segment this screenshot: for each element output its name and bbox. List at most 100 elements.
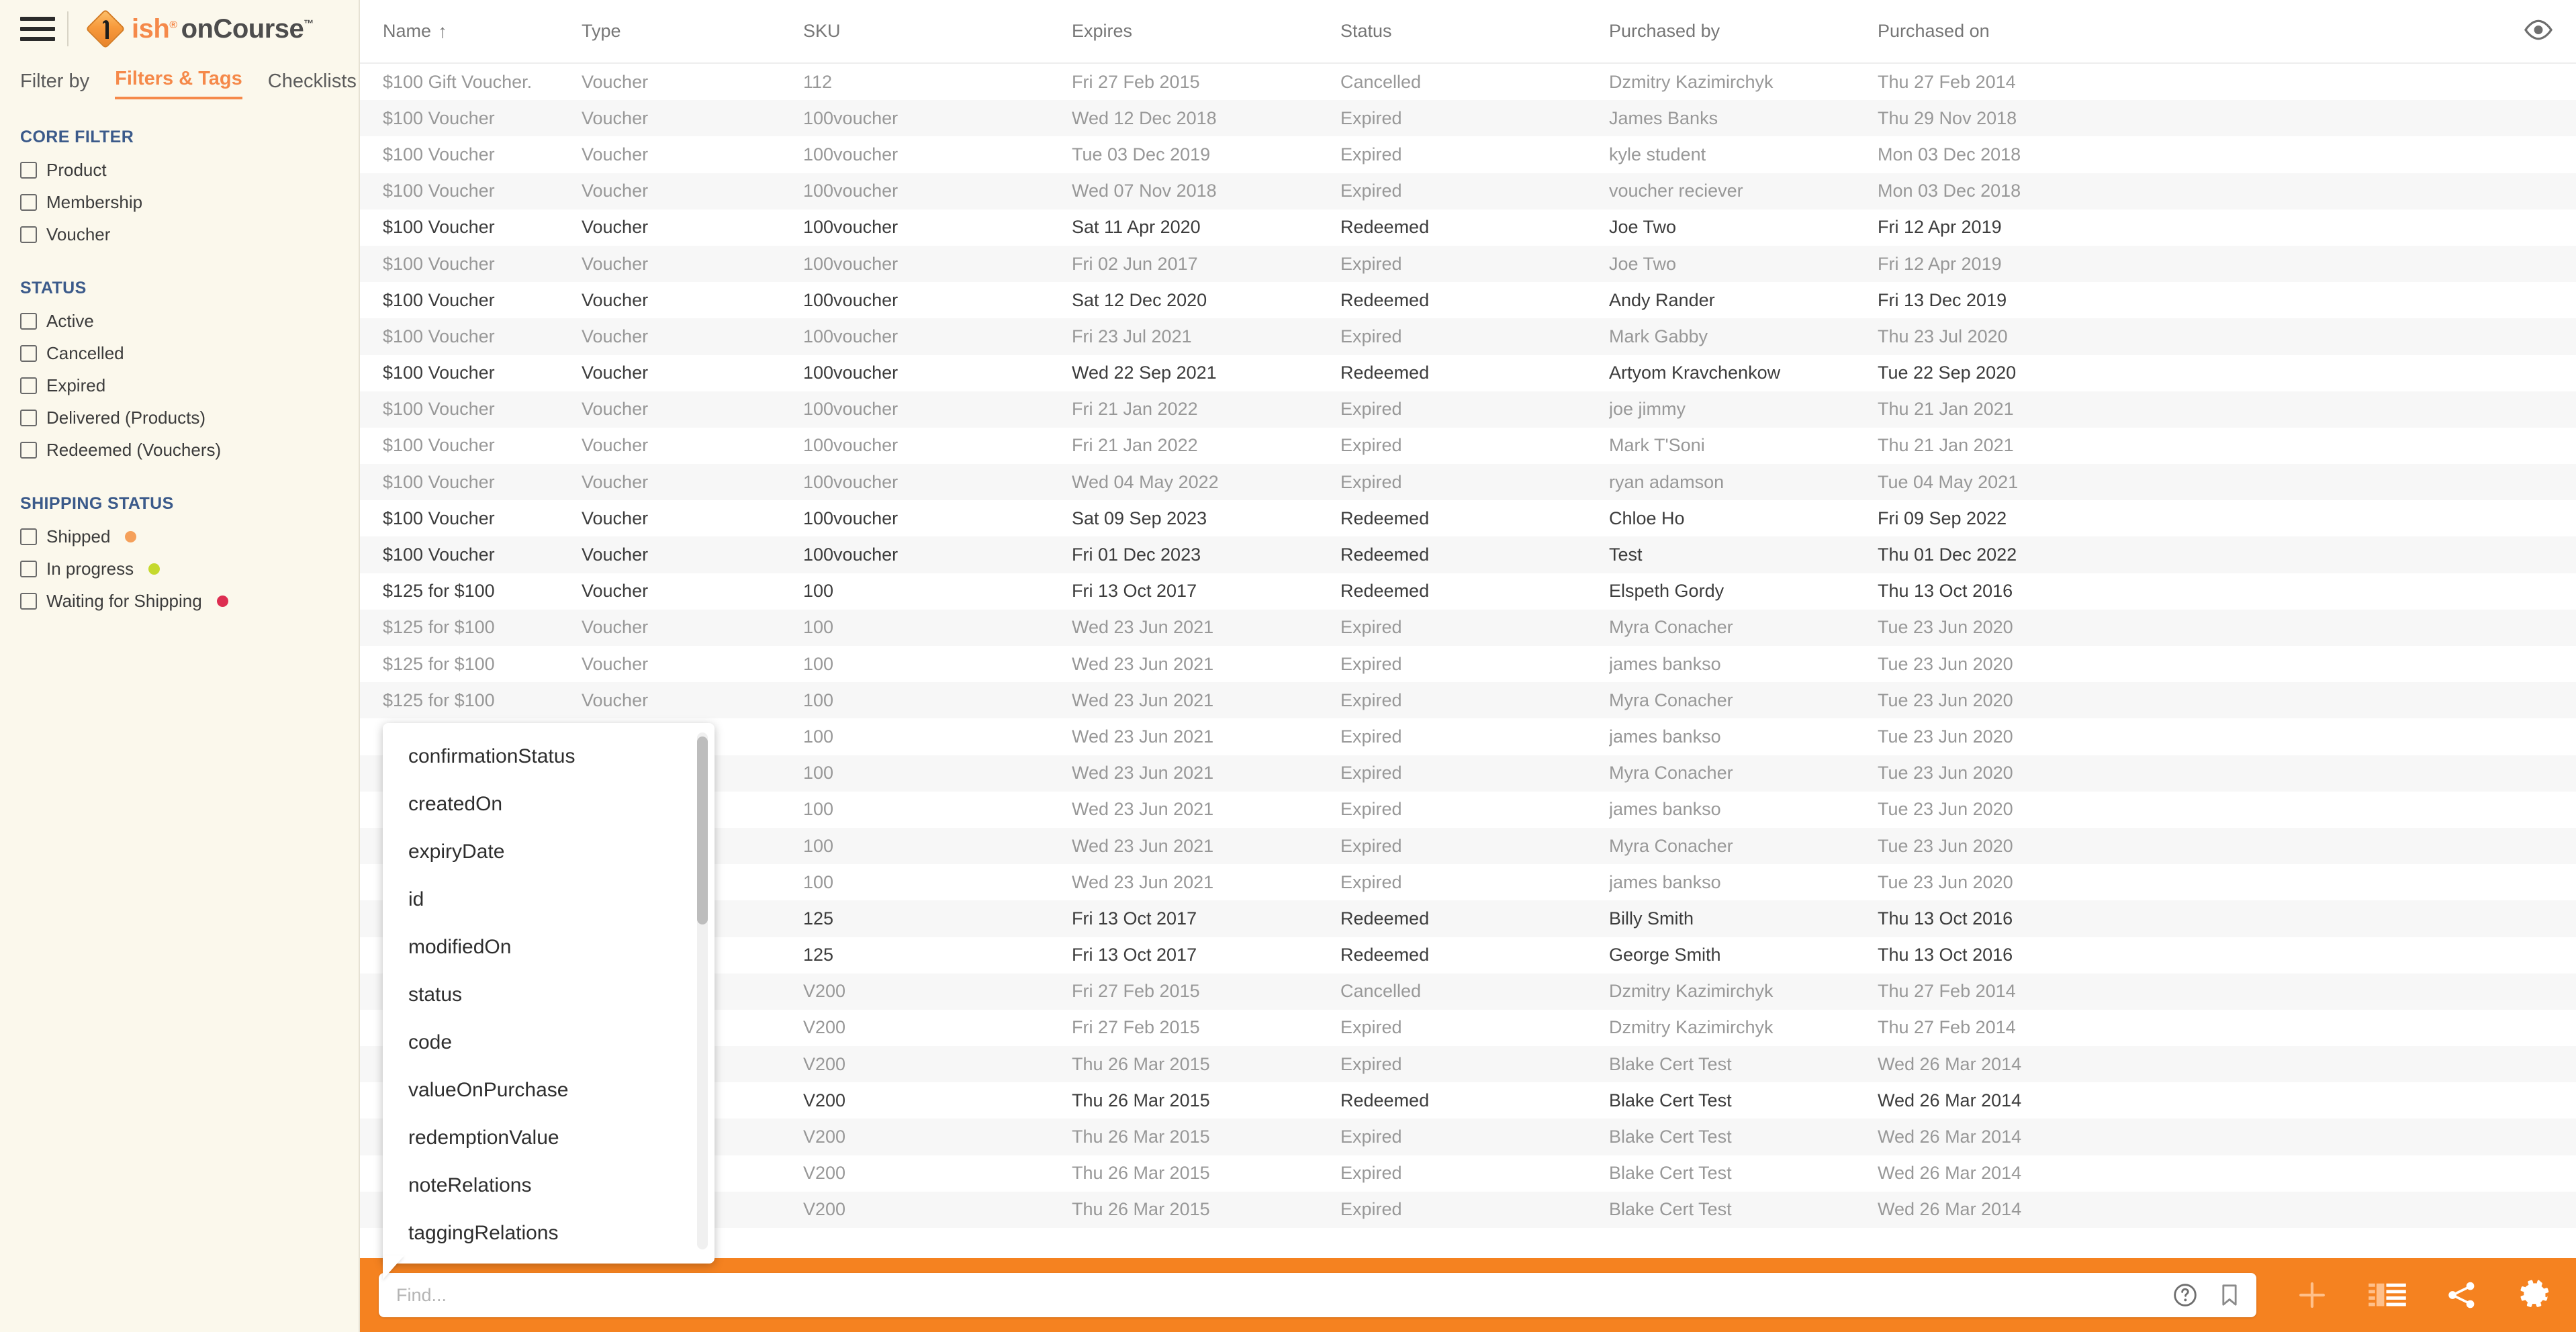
filter-checkbox-row[interactable]: Waiting for Shipping [20, 585, 359, 617]
share-button[interactable] [2444, 1278, 2479, 1313]
checkbox-icon[interactable] [20, 344, 37, 362]
filter-checkbox-row[interactable]: Redeemed (Vouchers) [20, 434, 359, 466]
cell-status: Expired [1340, 617, 1402, 638]
table-row[interactable]: $100 Voucher Voucher 100voucher Tue 03 Dec … [360, 136, 2576, 173]
cell-status: Cancelled [1340, 71, 1422, 92]
dropdown-item[interactable]: id [383, 875, 715, 923]
checkbox-icon[interactable] [20, 193, 37, 211]
sidebar-tab-filter-by[interactable]: Filter by [20, 70, 89, 99]
checkbox-icon[interactable] [20, 528, 37, 545]
checkbox-icon[interactable] [20, 409, 37, 426]
cell-sku: 100 [803, 726, 834, 747]
table-row[interactable]: $100 Voucher Voucher 100voucher Fri 02 Jun … [360, 245, 2576, 283]
filter-checkbox-label: Membership [46, 191, 143, 212]
cell-expires: Wed 23 Jun 2021 [1072, 835, 1214, 856]
cell-type: Voucher [582, 399, 649, 420]
table-row[interactable]: $100 Voucher Voucher 100voucher Fri 21 Jan … [360, 428, 2576, 464]
cell-sku: 100 [803, 835, 834, 856]
help-icon[interactable] [2172, 1282, 2199, 1309]
cell-purchased-on: Tue 22 Sep 2020 [1878, 363, 2017, 383]
dropdown-scrollbar[interactable] [697, 732, 708, 1249]
cell-status: Redeemed [1340, 1090, 1430, 1110]
dropdown-item[interactable]: valueOnPurchase [383, 1066, 715, 1114]
dropdown-scrollbar-thumb[interactable] [697, 736, 708, 924]
cell-purchased-on: Fri 12 Apr 2019 [1878, 217, 2002, 238]
checkbox-icon[interactable] [20, 161, 37, 179]
cell-expires: Fri 13 Oct 2017 [1072, 908, 1197, 929]
sort-ascending-icon[interactable]: ↑ [438, 21, 447, 41]
checkbox-icon[interactable] [20, 560, 37, 577]
table-row[interactable]: $125 for $100 Voucher 100 Wed 23 Jun 2021 Ex… [360, 646, 2576, 682]
cell-status: Expired [1340, 1199, 1402, 1220]
filter-checkbox-row[interactable]: Cancelled [20, 337, 359, 369]
table-row[interactable]: $125 for $100 Voucher 100 Fri 13 Oct 2017 Re… [360, 573, 2576, 610]
dropdown-item[interactable]: noteRelations [383, 1161, 715, 1209]
column-header-type[interactable]: Type [582, 21, 803, 42]
filter-checkbox-row[interactable]: In progress [20, 553, 359, 585]
dropdown-item[interactable]: expiryDate [383, 828, 715, 875]
dropdown-list: confirmationStatus createdOn expiryDate id m… [383, 723, 715, 1264]
checkbox-icon[interactable] [20, 226, 37, 243]
checkbox-icon[interactable] [20, 441, 37, 459]
table-row[interactable]: $100 Voucher Voucher 100voucher Wed 07 Nov … [360, 173, 2576, 209]
column-header-expires[interactable]: Expires [1072, 21, 1340, 42]
cell-status: Expired [1340, 799, 1402, 820]
filter-checkbox-row[interactable]: Active [20, 305, 359, 337]
filter-checkbox-row[interactable]: Voucher [20, 218, 359, 250]
table-row[interactable]: $100 Voucher Voucher 100voucher Sat 09 Sep … [360, 500, 2576, 536]
table-row[interactable]: $100 Voucher Voucher 100voucher Wed 04 May … [360, 464, 2576, 501]
table-row[interactable]: $100 Voucher Voucher 100voucher Sat 12 Dec … [360, 282, 2576, 318]
checkbox-icon[interactable] [20, 312, 37, 330]
find-input[interactable] [396, 1284, 2239, 1306]
dropdown-item[interactable]: code [383, 1018, 715, 1066]
add-button[interactable] [2294, 1277, 2330, 1313]
column-header-sku[interactable]: SKU [803, 21, 1072, 42]
column-header-status[interactable]: Status [1340, 21, 1609, 42]
table-header-row: Name ↑ Type SKU Expires Status Purchased by Pur… [360, 0, 2576, 64]
table-row[interactable]: $100 Voucher Voucher 100voucher Wed 12 Dec … [360, 100, 2576, 137]
filter-checkbox-label: Expired [46, 375, 106, 395]
preview-eye-icon[interactable] [2524, 19, 2553, 43]
table-row[interactable]: $125 for $100 Voucher 100 Wed 23 Jun 2021 Ex… [360, 682, 2576, 719]
cell-purchased-by: Blake Cert Test [1609, 1163, 1732, 1184]
filter-checkbox-row[interactable]: Delivered (Products) [20, 401, 359, 434]
column-layout-button[interactable] [2368, 1280, 2407, 1311]
table-row[interactable]: $125 for $100 Voucher 100 Wed 23 Jun 2021 Ex… [360, 609, 2576, 646]
filter-checkbox-row[interactable]: Expired [20, 369, 359, 401]
bookmark-icon[interactable] [2216, 1282, 2243, 1309]
dropdown-item[interactable]: modifiedOn [383, 923, 715, 971]
sidebar-tab-filters-tags[interactable]: Filters & Tags [115, 68, 242, 99]
dropdown-item[interactable]: status [383, 971, 715, 1018]
field-suggestions-dropdown[interactable]: confirmationStatus createdOn expiryDate id m… [383, 723, 715, 1264]
filter-checkbox-row[interactable]: Membership [20, 186, 359, 218]
dropdown-item[interactable]: redemptionValue [383, 1114, 715, 1161]
cell-expires: Fri 21 Jan 2022 [1072, 435, 1198, 456]
filter-checkbox-row[interactable]: Shipped [20, 520, 359, 553]
cell-expires: Wed 07 Nov 2018 [1072, 181, 1217, 201]
table-row[interactable]: $100 Voucher Voucher 100voucher Sat 11 Apr … [360, 209, 2576, 246]
toolbar-actions [2294, 1277, 2553, 1313]
settings-button[interactable] [2517, 1277, 2553, 1313]
brand-logo[interactable]: ish ® onCourse ™ [85, 9, 314, 49]
find-field-wrapper[interactable] [379, 1273, 2256, 1317]
dropdown-item[interactable]: taggingRelations [383, 1209, 715, 1257]
table-row[interactable]: $100 Voucher Voucher 100voucher Fri 21 Jan … [360, 391, 2576, 428]
hamburger-menu-icon[interactable] [20, 15, 55, 43]
table-row[interactable]: $100 Voucher Voucher 100voucher Fri 23 Jul … [360, 318, 2576, 355]
column-header-purchased-by[interactable]: Purchased by [1609, 21, 1878, 42]
sidebar-tab-checklists[interactable]: Checklists [268, 70, 357, 99]
cell-purchased-by: Billy Smith [1609, 908, 1694, 929]
cell-expires: Thu 26 Mar 2015 [1072, 1090, 1210, 1110]
cell-name: $100 Voucher [383, 289, 495, 310]
column-header-purchased-on[interactable]: Purchased on [1878, 21, 2146, 42]
status-color-dot [125, 530, 137, 542]
checkbox-icon[interactable] [20, 377, 37, 394]
checkbox-icon[interactable] [20, 592, 37, 610]
table-row[interactable]: $100 Gift Voucher. Voucher 112 Fri 27 Feb 2… [360, 64, 2576, 100]
filter-checkbox-row[interactable]: Product [20, 154, 359, 186]
dropdown-item[interactable]: createdOn [383, 780, 715, 828]
table-row[interactable]: $100 Voucher Voucher 100voucher Fri 01 Dec … [360, 536, 2576, 573]
column-header-name[interactable]: Name ↑ [360, 21, 582, 42]
dropdown-item[interactable]: confirmationStatus [383, 732, 715, 780]
table-row[interactable]: $100 Voucher Voucher 100voucher Wed 22 Sep … [360, 355, 2576, 391]
